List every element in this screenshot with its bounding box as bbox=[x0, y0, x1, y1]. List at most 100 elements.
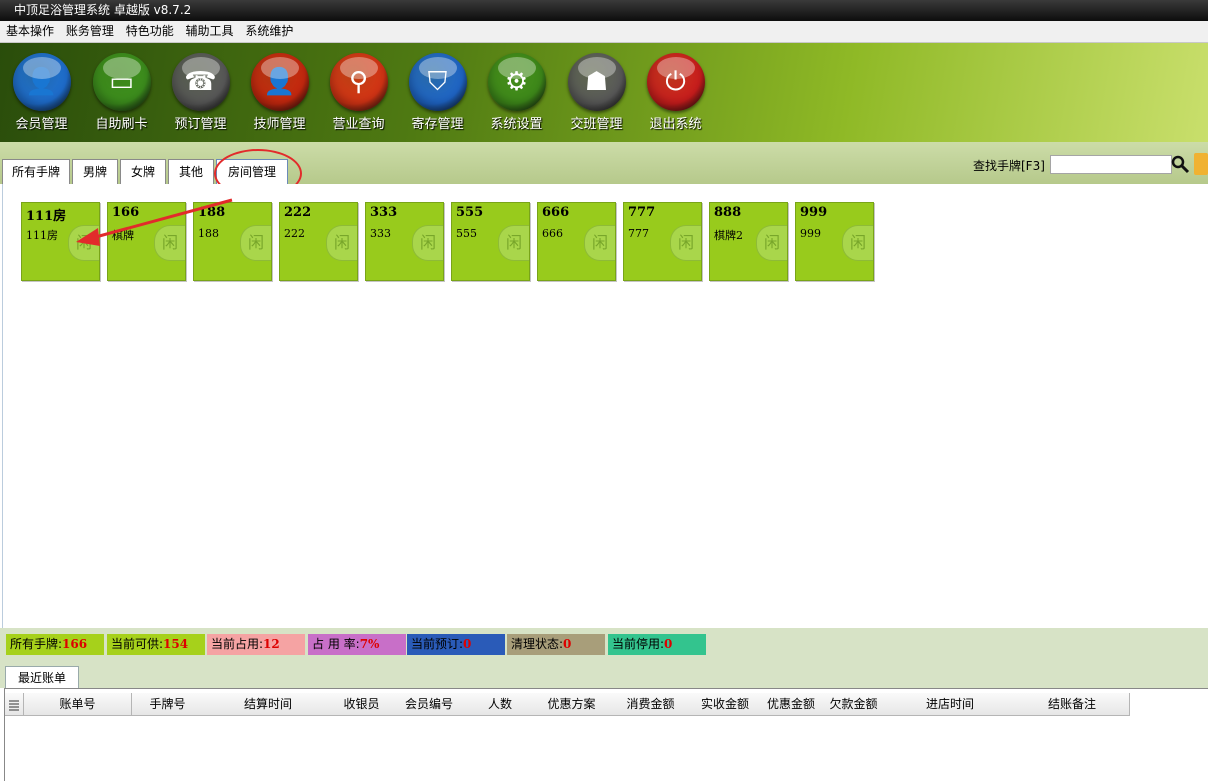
room-status-icon: 闲 bbox=[498, 225, 529, 261]
room-card[interactable]: 111房 111房闲 bbox=[21, 202, 100, 281]
room-name: 999 bbox=[800, 227, 821, 240]
room-panel: 111房 111房闲 166 棋牌闲 188 188 闲 222 222 闲 333 333 闲 555 5… bbox=[2, 184, 1208, 628]
toolbar-button-2[interactable]: ☎ 预订管理 bbox=[161, 53, 240, 132]
status-label: 所有手牌: bbox=[10, 637, 63, 651]
room-status-icon: 闲 bbox=[670, 225, 701, 261]
search-icon[interactable] bbox=[1170, 154, 1190, 174]
room-status-icon: 闲 bbox=[584, 225, 615, 261]
phone-icon: ☎ bbox=[171, 53, 230, 111]
room-status-icon: 闲 bbox=[326, 225, 357, 261]
status-badge: 当前可供:154 bbox=[107, 634, 205, 655]
tab-male-tags[interactable]: 男牌 bbox=[72, 159, 118, 184]
room-name: 棋牌2 bbox=[714, 229, 743, 242]
menu-basic[interactable]: 基本操作 bbox=[6, 24, 54, 38]
status-label: 当前预订: bbox=[411, 637, 464, 651]
bag-icon: ⛉ bbox=[408, 53, 467, 111]
column-header[interactable]: 账单号 bbox=[24, 693, 132, 716]
column-header[interactable]: 结账备注 bbox=[1015, 693, 1130, 716]
room-card[interactable]: 888 棋牌2 闲 bbox=[709, 202, 788, 281]
room-card[interactable]: 777 777 闲 bbox=[623, 202, 702, 281]
column-header[interactable]: 结算时间 bbox=[203, 693, 334, 716]
status-badge: 所有手牌:166 bbox=[6, 634, 104, 655]
room-status-icon: 闲 bbox=[756, 225, 787, 261]
toolbar-button-7[interactable]: ☗ 交班管理 bbox=[557, 53, 636, 132]
menu-maintenance[interactable]: 系统维护 bbox=[245, 24, 293, 38]
tab-other-tags[interactable]: 其他 bbox=[168, 159, 214, 184]
status-badge: 占 用 率:7% bbox=[308, 634, 406, 655]
status-label: 占 用 率: bbox=[312, 637, 360, 651]
room-card[interactable]: 555 555 闲 bbox=[451, 202, 530, 281]
column-header[interactable]: 消费金额 bbox=[611, 693, 691, 716]
room-number: 166 bbox=[112, 205, 140, 220]
main-toolbar: 👤 会员管理 ▭ 自助刷卡 ☎ 预订管理 👤 技师管理 ⚲ 营业查询 ⛉ 寄存管理 ⚙ 系统设置 ☗ 交班管理… bbox=[0, 43, 1208, 142]
column-header[interactable]: 实收金额 bbox=[690, 693, 761, 716]
search-input[interactable] bbox=[1050, 155, 1172, 174]
room-number: 777 bbox=[628, 205, 656, 220]
column-header[interactable]: 会员编号 bbox=[390, 693, 469, 716]
column-header[interactable]: 进店时间 bbox=[885, 693, 1016, 716]
room-name: 777 bbox=[628, 227, 649, 240]
status-value: 166 bbox=[62, 637, 88, 651]
status-badge: 当前占用:12 bbox=[207, 634, 305, 655]
toolbar-button-3[interactable]: 👤 技师管理 bbox=[240, 53, 319, 132]
member-icon: 👤 bbox=[12, 53, 71, 111]
room-number: 222 bbox=[284, 205, 312, 220]
menu-features[interactable]: 特色功能 bbox=[126, 24, 174, 38]
column-header[interactable]: 手牌号 bbox=[132, 693, 204, 716]
status-value: 0 bbox=[463, 637, 472, 651]
room-name: 555 bbox=[456, 227, 477, 240]
column-header[interactable]: 收银员 bbox=[333, 693, 391, 716]
card-icon: ▭ bbox=[92, 53, 151, 111]
status-value: 7% bbox=[359, 637, 380, 651]
column-header[interactable]: 人数 bbox=[468, 693, 533, 716]
menu-bar: 基本操作 账务管理 特色功能 辅助工具 系统维护 bbox=[0, 21, 1208, 43]
room-number: 666 bbox=[542, 205, 570, 220]
room-card[interactable]: 166 棋牌 闲 bbox=[107, 202, 186, 281]
toolbar-button-label: 预订管理 bbox=[174, 117, 227, 132]
toolbar-button-label: 会员管理 bbox=[15, 117, 68, 132]
toolbar-button-8[interactable]: ⏻ 退出系统 bbox=[636, 53, 715, 132]
toolbar-button-label: 寄存管理 bbox=[411, 117, 464, 132]
extra-button[interactable] bbox=[1194, 153, 1208, 175]
toolbar-button-5[interactable]: ⛉ 寄存管理 bbox=[398, 53, 477, 132]
menu-tools[interactable]: 辅助工具 bbox=[186, 24, 234, 38]
room-card[interactable]: 333 333 闲 bbox=[365, 202, 444, 281]
window-title: 中顶足浴管理系统 卓越版 v8.7.2 bbox=[14, 3, 192, 17]
room-status-icon: 闲 bbox=[842, 225, 873, 261]
room-card[interactable]: 666 666 闲 bbox=[537, 202, 616, 281]
column-header[interactable]: 优惠金额 bbox=[760, 693, 823, 716]
room-name: 111房 bbox=[26, 229, 58, 242]
room-card[interactable]: 188 188 闲 bbox=[193, 202, 272, 281]
tab-female-tags[interactable]: 女牌 bbox=[120, 159, 166, 184]
menu-accounts[interactable]: 账务管理 bbox=[66, 24, 114, 38]
room-number: 888 bbox=[714, 205, 742, 220]
toolbar-button-label: 技师管理 bbox=[253, 117, 306, 132]
room-name: 666 bbox=[542, 227, 563, 240]
toolbar-button-label: 营业查询 bbox=[332, 117, 385, 132]
tab-all-tags[interactable]: 所有手牌 bbox=[2, 159, 70, 184]
bottom-tab-strip: 最近账单 bbox=[0, 662, 1208, 689]
row-selector-icon[interactable] bbox=[5, 693, 24, 716]
status-badge: 清理状态:0 bbox=[507, 634, 605, 655]
status-bar: 所有手牌:166 当前可供:154 当前占用:12 占 用 率:7% 当前预订:0 清理状… bbox=[0, 628, 1208, 662]
column-header[interactable]: 欠款金额 bbox=[822, 693, 886, 716]
magnifier-icon: ⚲ bbox=[329, 53, 388, 111]
technician-icon: 👤 bbox=[250, 53, 309, 111]
room-name: 222 bbox=[284, 227, 305, 240]
meeting-icon: ☗ bbox=[567, 53, 626, 111]
status-badge: 当前预订:0 bbox=[407, 634, 505, 655]
tab-recent-bills[interactable]: 最近账单 bbox=[5, 666, 79, 689]
toolbar-button-6[interactable]: ⚙ 系统设置 bbox=[477, 53, 556, 132]
toolbar-button-4[interactable]: ⚲ 营业查询 bbox=[319, 53, 398, 132]
column-header[interactable]: 优惠方案 bbox=[532, 693, 612, 716]
toolbar-button-1[interactable]: ▭ 自助刷卡 bbox=[82, 53, 161, 132]
toolbar-button-0[interactable]: 👤 会员管理 bbox=[2, 53, 81, 132]
room-status-icon: 闲 bbox=[154, 225, 185, 261]
room-name: 333 bbox=[370, 227, 391, 240]
room-status-icon: 闲 bbox=[412, 225, 443, 261]
status-value: 154 bbox=[163, 637, 189, 651]
room-card[interactable]: 999 999 闲 bbox=[795, 202, 874, 281]
room-status-icon: 闲 bbox=[68, 225, 99, 261]
status-label: 当前占用: bbox=[211, 637, 264, 651]
room-card[interactable]: 222 222 闲 bbox=[279, 202, 358, 281]
